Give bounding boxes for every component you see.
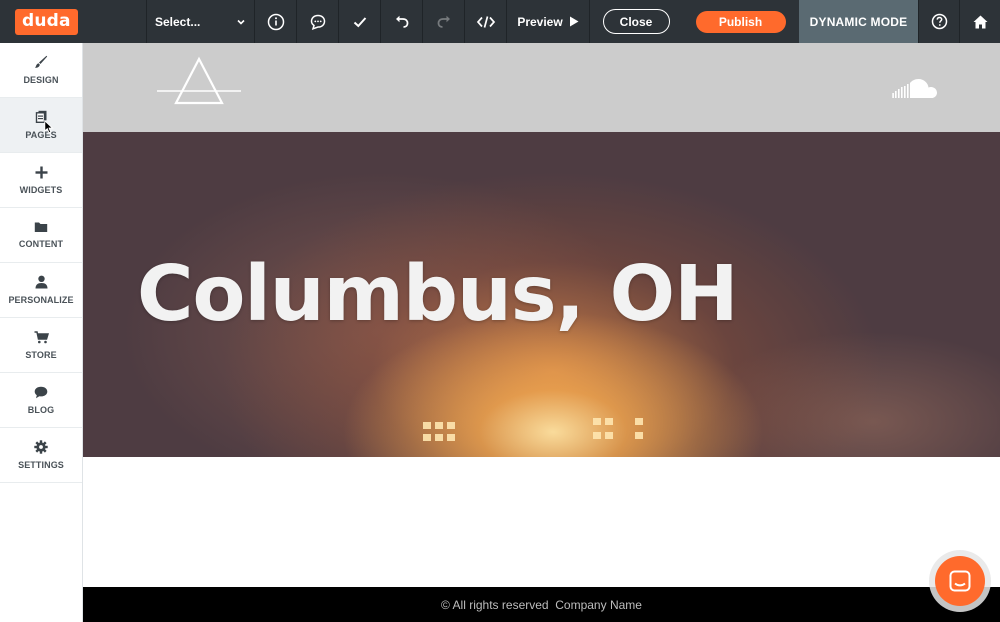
hero-banner[interactable]: Columbus, OH [83, 132, 1000, 457]
person-icon [35, 275, 47, 289]
stage-lights-decoration [423, 418, 643, 441]
gear-icon [34, 440, 48, 454]
comment-icon [310, 14, 325, 30]
preview-button[interactable]: Preview [507, 0, 590, 43]
info-button[interactable] [255, 0, 297, 43]
editor-sidebar: DESIGN PAGES WIDGETS CONTENT PERSONALIZE… [0, 43, 83, 622]
info-icon [267, 13, 284, 30]
dynamic-mode-button[interactable]: DYNAMIC MODE [799, 0, 918, 43]
close-button[interactable]: Close [602, 9, 670, 34]
undo-button[interactable] [381, 0, 423, 43]
sidebar-item-label: STORE [25, 349, 57, 360]
sidebar-item-pages[interactable]: PAGES [0, 98, 82, 153]
cart-icon [34, 330, 49, 343]
help-icon [931, 13, 947, 30]
sidebar-item-content[interactable]: CONTENT [0, 208, 82, 263]
close-area: Close [590, 0, 682, 43]
site-footer: © All rights reserved Company Name [83, 587, 1000, 622]
home-button[interactable] [959, 0, 1000, 43]
editor-toolbar: duda Select... Preview Close Publish DYN… [0, 0, 1000, 43]
sidebar-item-widgets[interactable]: WIDGETS [0, 153, 82, 208]
chat-launcher-icon [949, 570, 971, 592]
folder-icon [34, 222, 48, 232]
sidebar-item-label: DESIGN [23, 75, 59, 85]
code-icon [476, 15, 495, 28]
logo-area: duda [0, 0, 147, 43]
site-header [83, 43, 1000, 132]
sidebar-item-label: CONTENT [18, 239, 64, 249]
site-canvas: Columbus, OH © All rights reserved Compa… [83, 43, 1000, 622]
mouse-cursor-icon [44, 120, 54, 134]
code-button[interactable] [465, 0, 507, 43]
chat-launcher-button[interactable] [935, 556, 985, 606]
undo-icon [395, 15, 408, 28]
sidebar-item-label: PERSONALIZE [8, 295, 74, 305]
sidebar-item-store[interactable]: STORE [0, 318, 82, 373]
home-icon [973, 15, 987, 28]
sidebar-item-settings[interactable]: SETTINGS [0, 428, 82, 483]
triangle-logo-icon[interactable] [156, 56, 242, 106]
preview-label: Preview [517, 14, 563, 29]
soundcloud-icon[interactable] [892, 77, 938, 99]
footer-copyright[interactable]: © All rights reserved Company Name [441, 598, 642, 612]
check-icon [353, 16, 366, 27]
element-select-dropdown[interactable]: Select... [147, 0, 255, 43]
comment-button[interactable] [297, 0, 339, 43]
sidebar-item-personalize[interactable]: PERSONALIZE [0, 263, 82, 318]
sidebar-item-design[interactable]: DESIGN [0, 43, 82, 98]
help-button[interactable] [918, 0, 959, 43]
redo-button[interactable] [423, 0, 465, 43]
play-icon [569, 16, 579, 27]
plus-icon [35, 166, 47, 178]
check-button[interactable] [339, 0, 381, 43]
chat-bubble-icon [34, 386, 48, 398]
sidebar-item-blog[interactable]: BLOG [0, 373, 82, 428]
redo-icon [437, 15, 450, 28]
brush-icon [35, 55, 48, 68]
duda-logo[interactable]: duda [15, 8, 78, 35]
chevron-down-icon [237, 19, 245, 25]
sidebar-item-label: WIDGETS [19, 184, 63, 195]
publish-button[interactable]: Publish [695, 10, 786, 33]
select-label: Select... [155, 14, 201, 29]
hero-title[interactable]: Columbus, OH [137, 250, 739, 339]
sidebar-item-label: SETTINGS [18, 460, 64, 470]
publish-area: Publish [682, 0, 799, 43]
sidebar-item-label: BLOG [27, 404, 55, 415]
